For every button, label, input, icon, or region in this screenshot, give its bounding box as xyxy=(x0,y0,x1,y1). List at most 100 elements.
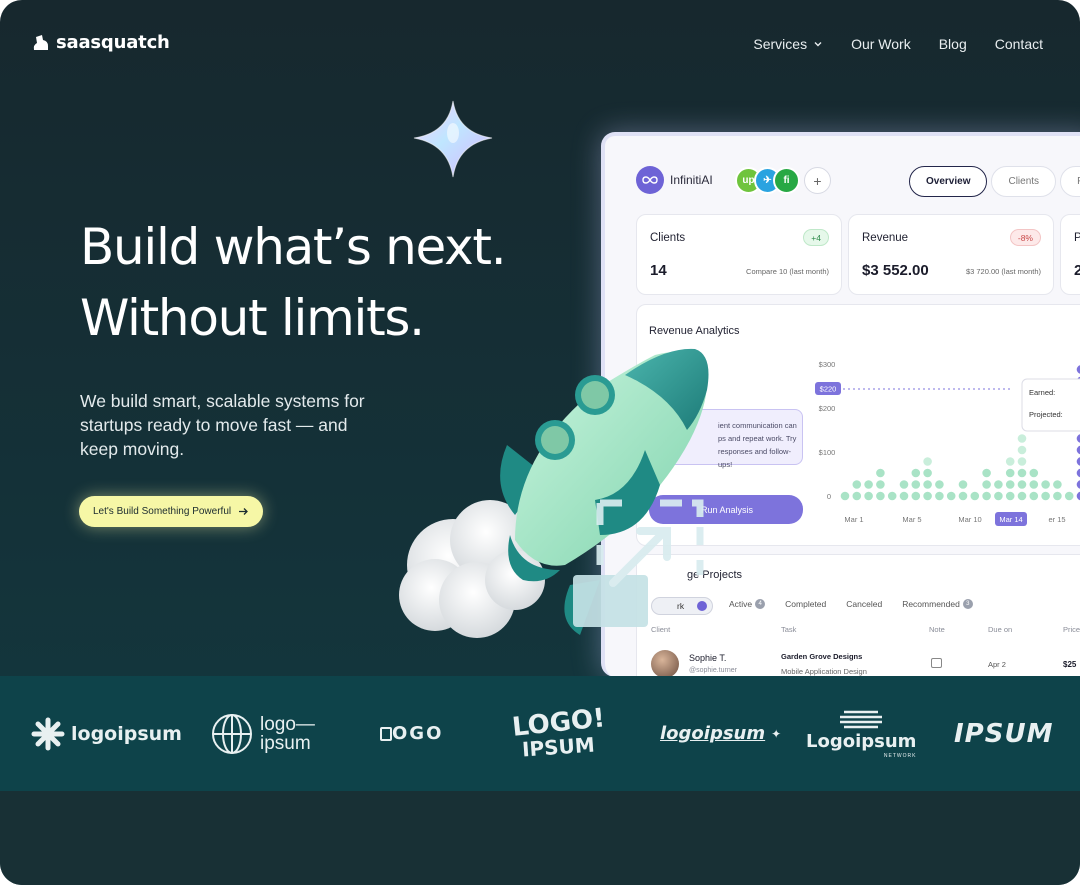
chart-dot xyxy=(1005,480,1015,489)
chart-dot xyxy=(982,468,991,478)
logo-text: Logoipsum xyxy=(806,730,917,752)
stat-value: 2 xyxy=(1074,262,1080,279)
logo-logo-ipsum: logo— ipsum xyxy=(210,676,315,791)
client-avatar xyxy=(651,650,679,677)
logo-ipsum: IPSUM xyxy=(954,676,1053,791)
chart-dot xyxy=(852,480,862,489)
chart-dot xyxy=(911,480,921,489)
chart-dot xyxy=(1053,480,1062,489)
stat-value: $3 552.00 xyxy=(862,262,929,279)
add-integration-button[interactable]: + xyxy=(804,167,831,194)
chart-dot xyxy=(852,491,862,501)
value-tag-text: $220 xyxy=(820,385,837,394)
chart-dot xyxy=(923,457,932,466)
chart-dot xyxy=(1053,491,1062,501)
logo-logoipsum: logoipsum xyxy=(31,676,182,791)
saasquatch-logo-icon xyxy=(33,34,48,50)
tooltip-projected: Projected: xyxy=(1029,410,1063,419)
filter-tab-active[interactable]: Active 4 xyxy=(729,599,766,609)
y-tick: 0 xyxy=(827,492,831,501)
chart-dot xyxy=(958,491,968,501)
due-date: Apr 2 xyxy=(988,660,1006,669)
fiverr-avatar[interactable]: fi xyxy=(773,167,800,194)
logo-bubble: LOGO! IPSUM xyxy=(511,676,607,791)
logo-text: OGO xyxy=(392,723,444,744)
chart-dot xyxy=(1064,491,1074,501)
chart-dot xyxy=(982,480,991,489)
client-logos-strip: logoipsum logo— ipsum OGO LOGO! IPSUM log… xyxy=(0,676,1080,791)
chart-dot xyxy=(994,480,1003,489)
project-filter-tabs: Active 4 Completed Canceled Recommended 3 xyxy=(729,599,973,609)
box-logo-icon xyxy=(380,726,392,741)
chart-dot xyxy=(840,491,850,501)
stat-title: P xyxy=(1074,232,1080,244)
project-name: Garden Grove Designs xyxy=(781,652,863,661)
page-frame: saasquatch Services Our Work Blog Contac… xyxy=(0,0,1080,885)
x-tick: Mar 10 xyxy=(958,515,981,524)
stat-title: Revenue xyxy=(862,232,909,244)
chart-dot xyxy=(1017,434,1027,443)
infinity-icon xyxy=(636,166,664,194)
revenue-chart: $300 $200 $100 0 Mar 1 Mar 5 Mar 10 er 1… xyxy=(815,360,1080,526)
tab-projects[interactable]: Pr xyxy=(1060,166,1080,197)
dashboard-app-name: InfinitiAI xyxy=(670,173,713,187)
rocket-illustration xyxy=(399,348,709,638)
filter-tab-completed[interactable]: Completed xyxy=(785,599,826,609)
cta-button[interactable]: Let's Build Something Powerful xyxy=(79,496,264,527)
ai-suggestion-text: ient communication can ps and repeat wor… xyxy=(718,421,797,469)
tab-overview[interactable]: Overview xyxy=(909,166,988,197)
chart-dot xyxy=(911,468,921,478)
chart-dot xyxy=(958,480,968,489)
x-tick: er 15 xyxy=(1048,515,1065,524)
stat-card-third: P 2 xyxy=(1060,214,1080,295)
filter-tab-recommended[interactable]: Recommended 3 xyxy=(902,599,973,609)
dashboard-brand: InfinitiAI xyxy=(636,166,713,194)
chart-dot xyxy=(982,491,991,501)
client-handle: @sophie.turner xyxy=(689,667,737,674)
logo-text: IPSUM xyxy=(954,718,1054,749)
chart-dot xyxy=(1029,491,1039,501)
nav-our-work[interactable]: Our Work xyxy=(851,36,911,52)
stat-compare: $3 720.00 (last month) xyxy=(965,267,1041,276)
chart-dot xyxy=(911,491,921,501)
tooltip-earned: Earned: xyxy=(1029,388,1055,397)
nav-blog[interactable]: Blog xyxy=(939,36,967,52)
nav-contact[interactable]: Contact xyxy=(995,36,1043,52)
logo-subtext: NETWORK xyxy=(883,752,917,759)
brand-name: saasquatch xyxy=(56,32,170,53)
chart-dot xyxy=(899,491,909,501)
chart-dot xyxy=(946,491,956,501)
chart-dot xyxy=(970,491,980,501)
table-row[interactable]: Sophie T. @sophie.turner Garden Grove De… xyxy=(651,648,1080,677)
integration-avatars: up ✈ fi + xyxy=(735,167,831,194)
chart-dot xyxy=(1029,480,1039,489)
logo-text: logo— ipsum xyxy=(260,713,315,754)
stat-card-clients: Clients +4 14 Compare 10 (last month) xyxy=(636,214,842,295)
chart-dot xyxy=(1017,491,1027,501)
stat-compare: Compare 10 (last month) xyxy=(746,267,829,276)
y-tick: $300 xyxy=(819,360,836,369)
stat-badge: +4 xyxy=(803,229,829,246)
brand-logo[interactable]: saasquatch xyxy=(32,32,170,53)
sparkle-logo-icon: ✦ xyxy=(771,726,782,741)
x-tick-active: Mar 14 xyxy=(999,515,1022,524)
price: $25 xyxy=(1063,660,1077,669)
stat-value: 14 xyxy=(650,262,667,279)
stat-title: Clients xyxy=(650,232,686,244)
chart-dot xyxy=(935,491,944,501)
tab-clients[interactable]: Clients xyxy=(991,166,1057,197)
note-icon[interactable] xyxy=(931,658,942,668)
logo-box: OGO xyxy=(380,676,443,791)
chevron-down-icon xyxy=(814,42,822,47)
logo-logoipsum-italic: logoipsum ✦ xyxy=(660,676,781,791)
hero-headline: Build what’s next. Without limits. xyxy=(80,212,507,354)
main-nav: Services Our Work Blog Contact xyxy=(753,36,1043,52)
chart-dot xyxy=(876,480,885,489)
stat-badge: -8% xyxy=(1009,229,1041,246)
globe-logo-icon xyxy=(212,713,252,754)
nav-services[interactable]: Services xyxy=(753,36,823,52)
chart-dot xyxy=(994,491,1003,501)
filter-tab-canceled[interactable]: Canceled xyxy=(846,599,882,609)
stripes-logo-icon xyxy=(840,710,883,728)
chart-dot xyxy=(876,491,885,501)
